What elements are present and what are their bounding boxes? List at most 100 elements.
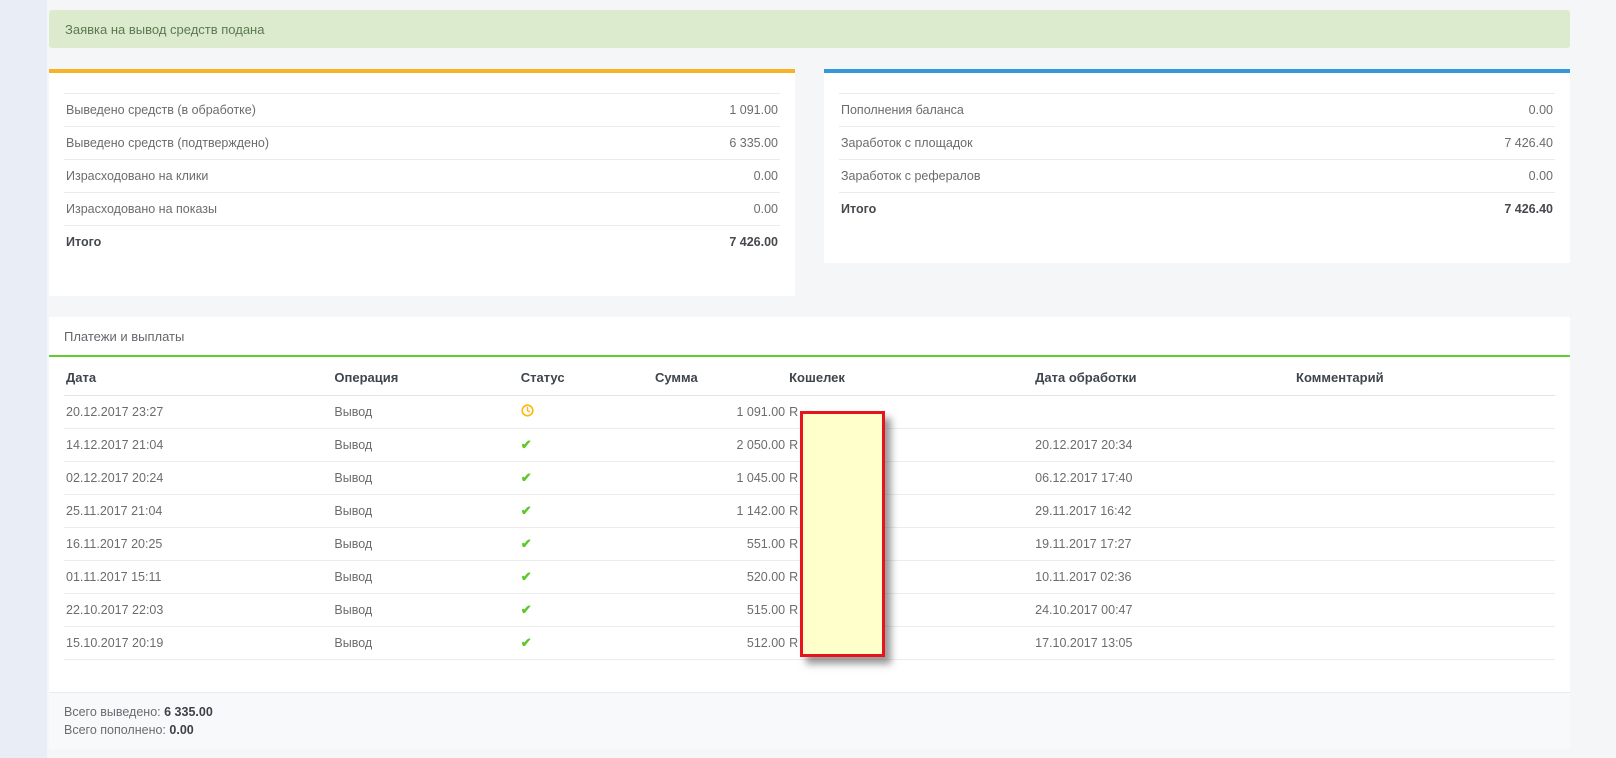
cell-comment <box>1294 528 1555 561</box>
stat-value: 0.00 <box>1529 169 1553 183</box>
stat-value: 7 426.40 <box>1504 136 1553 150</box>
cell-processed: 17.10.2017 13:05 <box>1033 627 1294 660</box>
payments-header-row: Дата Операция Статус Сумма Кошелек Дата … <box>64 357 1555 396</box>
cell-status: ✔ <box>519 429 653 462</box>
cell-date: 01.11.2017 15:11 <box>64 561 332 594</box>
stat-row: Выведено средств (подтверждено) 6 335.00 <box>64 126 780 159</box>
alert-message: Заявка на вывод средств подана <box>65 22 264 37</box>
success-check-icon: ✔ <box>521 569 532 584</box>
total-deposited-line: Всего пополнено: 0.00 <box>64 721 1555 739</box>
cell-operation: Вывод <box>332 429 518 462</box>
cell-amount: 512.00 <box>653 627 787 660</box>
cell-processed: 10.11.2017 02:36 <box>1033 561 1294 594</box>
success-check-icon: ✔ <box>521 470 532 485</box>
cell-comment <box>1294 429 1555 462</box>
col-header-processed: Дата обработки <box>1033 357 1294 396</box>
cell-processed: 24.10.2017 00:47 <box>1033 594 1294 627</box>
cell-date: 25.11.2017 21:04 <box>64 495 332 528</box>
cell-date: 22.10.2017 22:03 <box>64 594 332 627</box>
success-check-icon: ✔ <box>521 602 532 617</box>
cell-comment <box>1294 396 1555 429</box>
cell-processed: 29.11.2017 16:42 <box>1033 495 1294 528</box>
stat-label: Заработок с площадок <box>841 136 973 150</box>
cell-date: 20.12.2017 23:27 <box>64 396 332 429</box>
collapsed-sidebar-strip <box>0 0 47 758</box>
income-summary-panel: Пополнения баланса 0.00 Заработок с площад… <box>824 69 1570 263</box>
col-header-date: Дата <box>64 357 332 396</box>
stat-label: Итого <box>66 235 101 249</box>
col-header-wallet: Кошелек <box>787 357 1033 396</box>
stat-value: 6 335.00 <box>729 136 778 150</box>
stat-row: Пополнения баланса 0.00 <box>839 93 1555 126</box>
summary-panels-row: Выведено средств (в обработке)1 091.00Вы… <box>49 69 1570 296</box>
stat-label: Пополнения баланса <box>841 103 964 117</box>
cell-date: 15.10.2017 20:19 <box>64 627 332 660</box>
total-withdrawn-value: 6 335.00 <box>164 705 213 719</box>
success-check-icon: ✔ <box>521 503 532 518</box>
cell-processed: 19.11.2017 17:27 <box>1033 528 1294 561</box>
cell-processed <box>1033 396 1294 429</box>
stat-label: Заработок с рефералов <box>841 169 981 183</box>
stat-row: Заработок с площадок 7 426.40 <box>839 126 1555 159</box>
pending-clock-icon <box>521 404 534 417</box>
cell-comment <box>1294 561 1555 594</box>
stat-row: Израсходовано на показы 0.00 <box>64 192 780 225</box>
cell-date: 02.12.2017 20:24 <box>64 462 332 495</box>
cell-processed: 20.12.2017 20:34 <box>1033 429 1294 462</box>
cell-comment <box>1294 495 1555 528</box>
cell-amount: 2 050.00 <box>653 429 787 462</box>
stat-label: Итого <box>841 202 876 216</box>
cell-operation: Вывод <box>332 594 518 627</box>
stat-value: 0.00 <box>754 169 778 183</box>
cell-amount: 1 091.00 <box>653 396 787 429</box>
withdrawals-summary-rows: Выведено средств (в обработке)1 091.00Вы… <box>49 73 795 296</box>
cell-operation: Вывод <box>332 396 518 429</box>
success-check-icon: ✔ <box>521 437 532 452</box>
cell-date: 16.11.2017 20:25 <box>64 528 332 561</box>
cell-status <box>519 396 653 429</box>
stat-label: Выведено средств (подтверждено) <box>66 136 269 150</box>
stat-value: 7 426.00 <box>729 235 778 249</box>
stat-total-row: Итого 7 426.40 <box>839 192 1555 225</box>
stat-total-row: Итого 7 426.00 <box>64 225 780 258</box>
stat-value: 0.00 <box>1529 103 1553 117</box>
cell-operation: Вывод <box>332 462 518 495</box>
stat-value: 7 426.40 <box>1504 202 1553 216</box>
cell-operation: Вывод <box>332 528 518 561</box>
cell-status: ✔ <box>519 528 653 561</box>
payments-panel-footer: Всего выведено: 6 335.00 Всего пополнено… <box>49 692 1570 749</box>
total-withdrawn-line: Всего выведено: 6 335.00 <box>64 703 1555 721</box>
cell-comment <box>1294 627 1555 660</box>
stat-row: Заработок с рефералов 0.00 <box>839 159 1555 192</box>
wallet-redaction-overlay <box>800 411 885 657</box>
col-header-status: Статус <box>519 357 653 396</box>
cell-comment <box>1294 462 1555 495</box>
cell-status: ✔ <box>519 594 653 627</box>
cell-date: 14.12.2017 21:04 <box>64 429 332 462</box>
cell-amount: 1 142.00 <box>653 495 787 528</box>
cell-status: ✔ <box>519 627 653 660</box>
cell-operation: Вывод <box>332 495 518 528</box>
cell-processed: 06.12.2017 17:40 <box>1033 462 1294 495</box>
stat-label: Израсходовано на показы <box>66 202 217 216</box>
success-check-icon: ✔ <box>521 536 532 551</box>
stat-row: Израсходовано на клики0.00 <box>64 159 780 192</box>
stat-label: Выведено средств (в обработке) <box>66 103 256 117</box>
stat-value: 0.00 <box>754 202 778 216</box>
cell-comment <box>1294 594 1555 627</box>
cell-amount: 520.00 <box>653 561 787 594</box>
cell-status: ✔ <box>519 561 653 594</box>
col-header-comment: Комментарий <box>1294 357 1555 396</box>
col-header-amount: Сумма <box>653 357 787 396</box>
cell-amount: 515.00 <box>653 594 787 627</box>
col-header-operation: Операция <box>332 357 518 396</box>
cell-operation: Вывод <box>332 627 518 660</box>
cell-operation: Вывод <box>332 561 518 594</box>
cell-amount: 1 045.00 <box>653 462 787 495</box>
withdrawals-summary-panel: Выведено средств (в обработке)1 091.00Вы… <box>49 69 795 296</box>
cell-status: ✔ <box>519 462 653 495</box>
cell-status: ✔ <box>519 495 653 528</box>
income-summary-rows: Пополнения баланса 0.00 Заработок с площад… <box>824 73 1570 263</box>
cell-amount: 551.00 <box>653 528 787 561</box>
total-deposited-value: 0.00 <box>169 723 193 737</box>
